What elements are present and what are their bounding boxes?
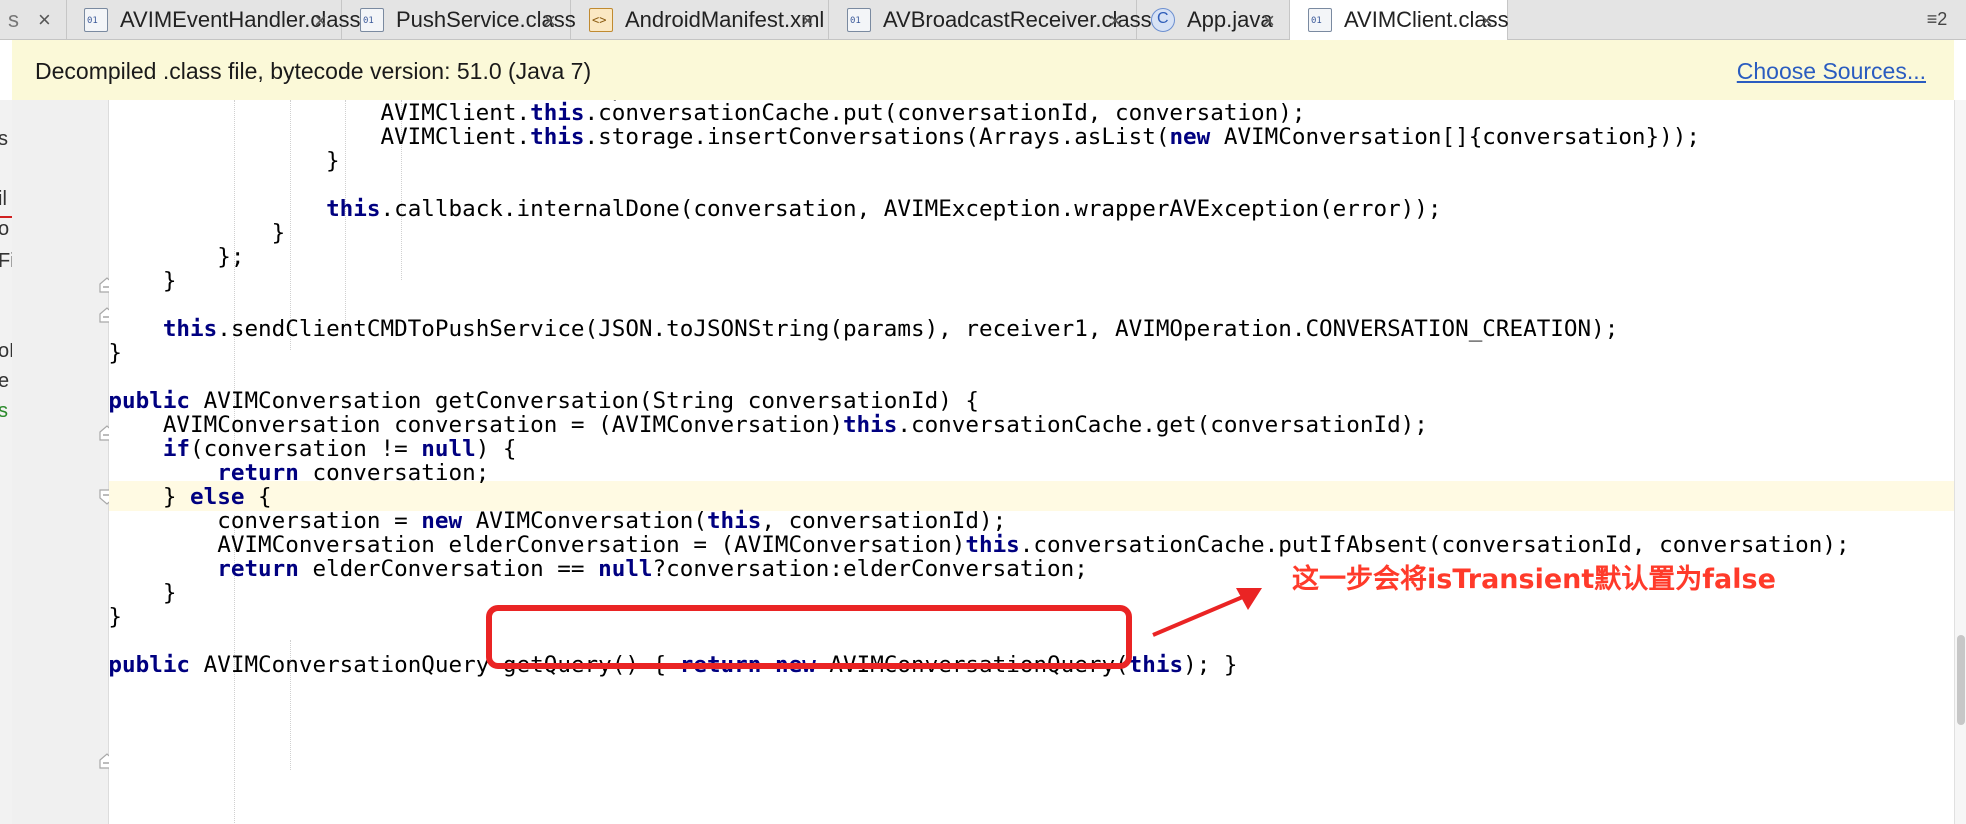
class-file-icon	[847, 7, 871, 32]
editor-tab-bar: s × AVIMEventHandler.class × PushService…	[0, 0, 1966, 40]
tab-partial-label: s	[8, 7, 19, 32]
truncated-text: o	[0, 218, 9, 241]
editor-gutter	[12, 100, 109, 824]
close-icon[interactable]: ×	[1109, 8, 1122, 34]
code-line: return elderConversation == null?convers…	[217, 556, 1088, 582]
close-icon[interactable]: ×	[314, 8, 327, 34]
class-file-icon	[84, 7, 108, 32]
close-icon[interactable]: ×	[1480, 8, 1493, 34]
vertical-scrollbar[interactable]	[1954, 100, 1966, 824]
decompiled-banner: Decompiled .class file, bytecode version…	[12, 40, 1954, 101]
annotation-text: 这一步会将isTransient默认置为false	[1292, 564, 1776, 595]
tab-partial[interactable]: s ×	[0, 0, 67, 39]
code-line: this.sendClientCMDToPushService(JSON.toJ…	[162, 316, 1619, 342]
tab-overflow-menu-icon[interactable]: ≡2	[1908, 0, 1966, 39]
tab-avbroadcastreceiver[interactable]: AVBroadcastReceiver.class ×	[829, 0, 1152, 39]
tab-label: AndroidManifest.xml	[625, 6, 825, 32]
code-line: }	[109, 340, 123, 366]
truncated-text: s	[0, 128, 8, 151]
tab-avimclient[interactable]: AVIMClient.class ×	[1290, 0, 1509, 40]
scrollbar-thumb[interactable]	[1957, 635, 1965, 725]
class-file-icon	[360, 7, 384, 32]
truncated-text: il	[0, 188, 7, 210]
xml-file-icon	[589, 7, 613, 32]
truncated-text: s	[0, 400, 8, 423]
close-icon[interactable]: ×	[801, 8, 814, 34]
tab-pushservice[interactable]: PushService.class ×	[342, 0, 576, 39]
arrow-icon	[1152, 588, 1262, 637]
java-class-icon	[1151, 7, 1175, 32]
banner-message: Decompiled .class file, bytecode version…	[35, 58, 592, 84]
code-line: }	[109, 604, 123, 630]
code-line: this.callback.internalDone(conversation,…	[326, 196, 1442, 222]
tab-androidmanifest[interactable]: AndroidManifest.xml ×	[571, 0, 829, 39]
tab-avimeventhandler[interactable]: AVIMEventHandler.class ×	[66, 0, 360, 39]
tab-label: App.java	[1187, 6, 1273, 32]
tab-app-java[interactable]: App.java ×	[1137, 0, 1290, 39]
highlight-box	[486, 605, 1132, 669]
close-icon[interactable]: ×	[38, 7, 51, 33]
choose-sources-link[interactable]: Choose Sources...	[1737, 58, 1926, 85]
class-file-icon	[1308, 8, 1332, 32]
code-line: }	[162, 268, 177, 294]
code-editor[interactable]: conversation.setUpdatedAt(createdAt); AV…	[109, 100, 1954, 824]
code-line: AVIMClient.this.storage.insertConversati…	[380, 124, 1700, 150]
truncated-text: e	[0, 370, 9, 393]
close-icon[interactable]: ×	[543, 8, 556, 34]
code-line: }	[326, 148, 340, 174]
close-icon[interactable]: ×	[1262, 8, 1275, 34]
